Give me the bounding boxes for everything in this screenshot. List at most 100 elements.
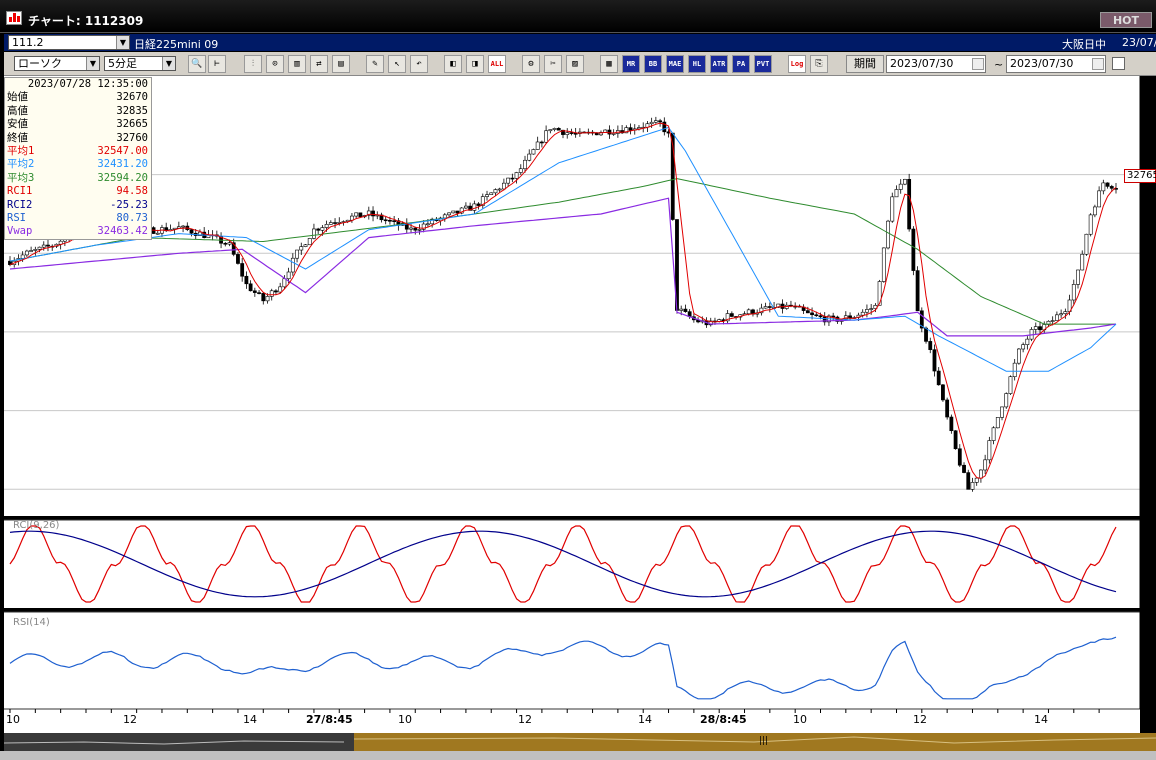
candle-body — [29, 250, 34, 252]
settings-icon[interactable]: ⚙ — [522, 55, 540, 73]
zoom-icon[interactable]: 🔍 — [188, 55, 206, 73]
indicator-hl-button[interactable]: HL — [688, 55, 706, 73]
info-row: RSI 80.73 — [5, 212, 151, 225]
calendar-icon[interactable] — [1092, 58, 1104, 70]
time-axis-label: 14 — [638, 713, 652, 726]
candle-body — [886, 220, 890, 249]
undo-icon[interactable]: ↶ — [410, 55, 428, 73]
candle-body — [991, 427, 996, 441]
price-axis-label: 324 — [1140, 321, 1156, 332]
candle-body — [307, 238, 312, 246]
compare-icon[interactable]: ⇄ — [310, 55, 328, 73]
candle-body — [556, 128, 561, 131]
rci-pane[interactable] — [4, 520, 1140, 608]
info-row: RCI2 -25.23 — [5, 199, 151, 212]
candle-body — [649, 121, 654, 125]
candle-body — [278, 286, 283, 293]
candle-body — [957, 448, 962, 466]
realtime-checkbox[interactable] — [1112, 57, 1125, 70]
hot-button[interactable]: HOT — [1100, 12, 1152, 28]
thumb-overview-line — [353, 736, 1156, 744]
date-from-input[interactable]: 2023/07/30 — [886, 55, 986, 73]
candle-body — [987, 440, 992, 461]
candle-body — [573, 132, 578, 135]
symbol-code-select[interactable]: 111.2 ▼ — [8, 35, 130, 50]
symbol-bar: 111.2 ▼ 日経225mini 09 大阪日中 23/07/ — [4, 34, 1156, 51]
chevron-down-icon[interactable]: ▼ — [162, 57, 175, 70]
candle-body — [455, 210, 460, 214]
indicator-mae-button[interactable]: MAE — [666, 55, 684, 73]
candle-body — [898, 183, 903, 190]
candle-body — [932, 349, 937, 372]
period-button[interactable]: 期間 — [846, 55, 884, 73]
pointer-icon[interactable]: ↖ — [388, 55, 406, 73]
candle-body — [941, 384, 945, 401]
pencil-icon[interactable]: ✎ — [366, 55, 384, 73]
candle-body — [539, 141, 544, 144]
info-row-value: 80.73 — [116, 211, 148, 224]
candle-body — [1105, 182, 1110, 187]
interval-select[interactable]: 5分足 ▼ — [104, 56, 176, 71]
export-icon[interactable]: ⎘ — [810, 55, 828, 73]
candle-body — [282, 278, 287, 288]
candle-icon[interactable]: ⫶ — [244, 55, 262, 73]
right-range-icon[interactable]: ◨ — [466, 55, 484, 73]
chevron-down-icon[interactable]: ▼ — [86, 57, 99, 70]
info-row-label: RCI1 — [7, 185, 33, 198]
indicator-mr-button[interactable]: MR — [622, 55, 640, 73]
price-pane[interactable] — [4, 76, 1140, 516]
chart-scrollbar[interactable]: ||| — [4, 733, 1156, 751]
all-range-button[interactable]: ALL — [488, 55, 506, 73]
info-row: RCI1 94.58 — [5, 185, 151, 198]
candle-body — [295, 249, 299, 259]
candle-body — [894, 189, 899, 198]
bars-icon[interactable]: ▥ — [288, 55, 306, 73]
calendar-icon[interactable] — [972, 58, 984, 70]
candle-body — [915, 270, 920, 312]
candle-body — [464, 205, 468, 209]
candle-body — [1109, 186, 1114, 189]
candle-body — [181, 225, 185, 228]
log-scale-button[interactable]: Log — [788, 55, 806, 73]
grid-icon[interactable]: ▦ — [600, 55, 618, 73]
candle-body — [388, 219, 392, 222]
candle-body — [548, 129, 553, 132]
candle-body — [881, 247, 886, 282]
candle-body — [552, 128, 557, 130]
indicator-pvt-button[interactable]: PVT — [754, 55, 772, 73]
info-row-label: RSI — [7, 211, 26, 224]
indicator-bb-button[interactable]: BB — [644, 55, 662, 73]
info-row-label: 平均2 — [7, 158, 35, 171]
info-row: 平均3 32594.20 — [5, 172, 151, 185]
thumb-overview — [353, 736, 1156, 744]
tools-icon[interactable]: ✂ — [544, 55, 562, 73]
chart-type-select[interactable]: ローソク ▼ — [14, 56, 100, 71]
candle-body — [527, 153, 532, 161]
candle-body — [497, 188, 502, 191]
candle-body — [510, 177, 515, 180]
info-row-value: 32760 — [116, 131, 148, 144]
indicator-pa-button[interactable]: PA — [732, 55, 750, 73]
crosshair-icon[interactable]: ⊢ — [208, 55, 226, 73]
print-icon[interactable]: ▤ — [332, 55, 350, 73]
scrollbar-thumb[interactable] — [353, 733, 1156, 751]
chart-app-icon — [6, 11, 22, 25]
window-titlebar: チャート: 1112309 HOT — [0, 0, 1156, 33]
palette-icon[interactable]: ▨ — [566, 55, 584, 73]
grip-icon[interactable]: ||| — [759, 736, 768, 746]
chart-area[interactable] — [0, 76, 1156, 733]
time-axis-label: 12 — [123, 713, 137, 726]
rsi-pane[interactable] — [4, 612, 1140, 709]
rci-axis-label: -80 — [1140, 593, 1156, 604]
chevron-down-icon[interactable]: ▼ — [116, 36, 129, 49]
candle-body — [303, 244, 308, 247]
left-range-icon[interactable]: ◧ — [444, 55, 462, 73]
candle-body — [312, 228, 316, 239]
search-chart-icon[interactable]: ⊙ — [266, 55, 284, 73]
candle-body — [953, 430, 958, 450]
candle-body — [983, 459, 988, 471]
date-to-input[interactable]: 2023/07/30 — [1006, 55, 1106, 73]
indicator-atr-button[interactable]: ATR — [710, 55, 728, 73]
candle-body — [37, 246, 42, 250]
candle-body — [506, 177, 511, 184]
